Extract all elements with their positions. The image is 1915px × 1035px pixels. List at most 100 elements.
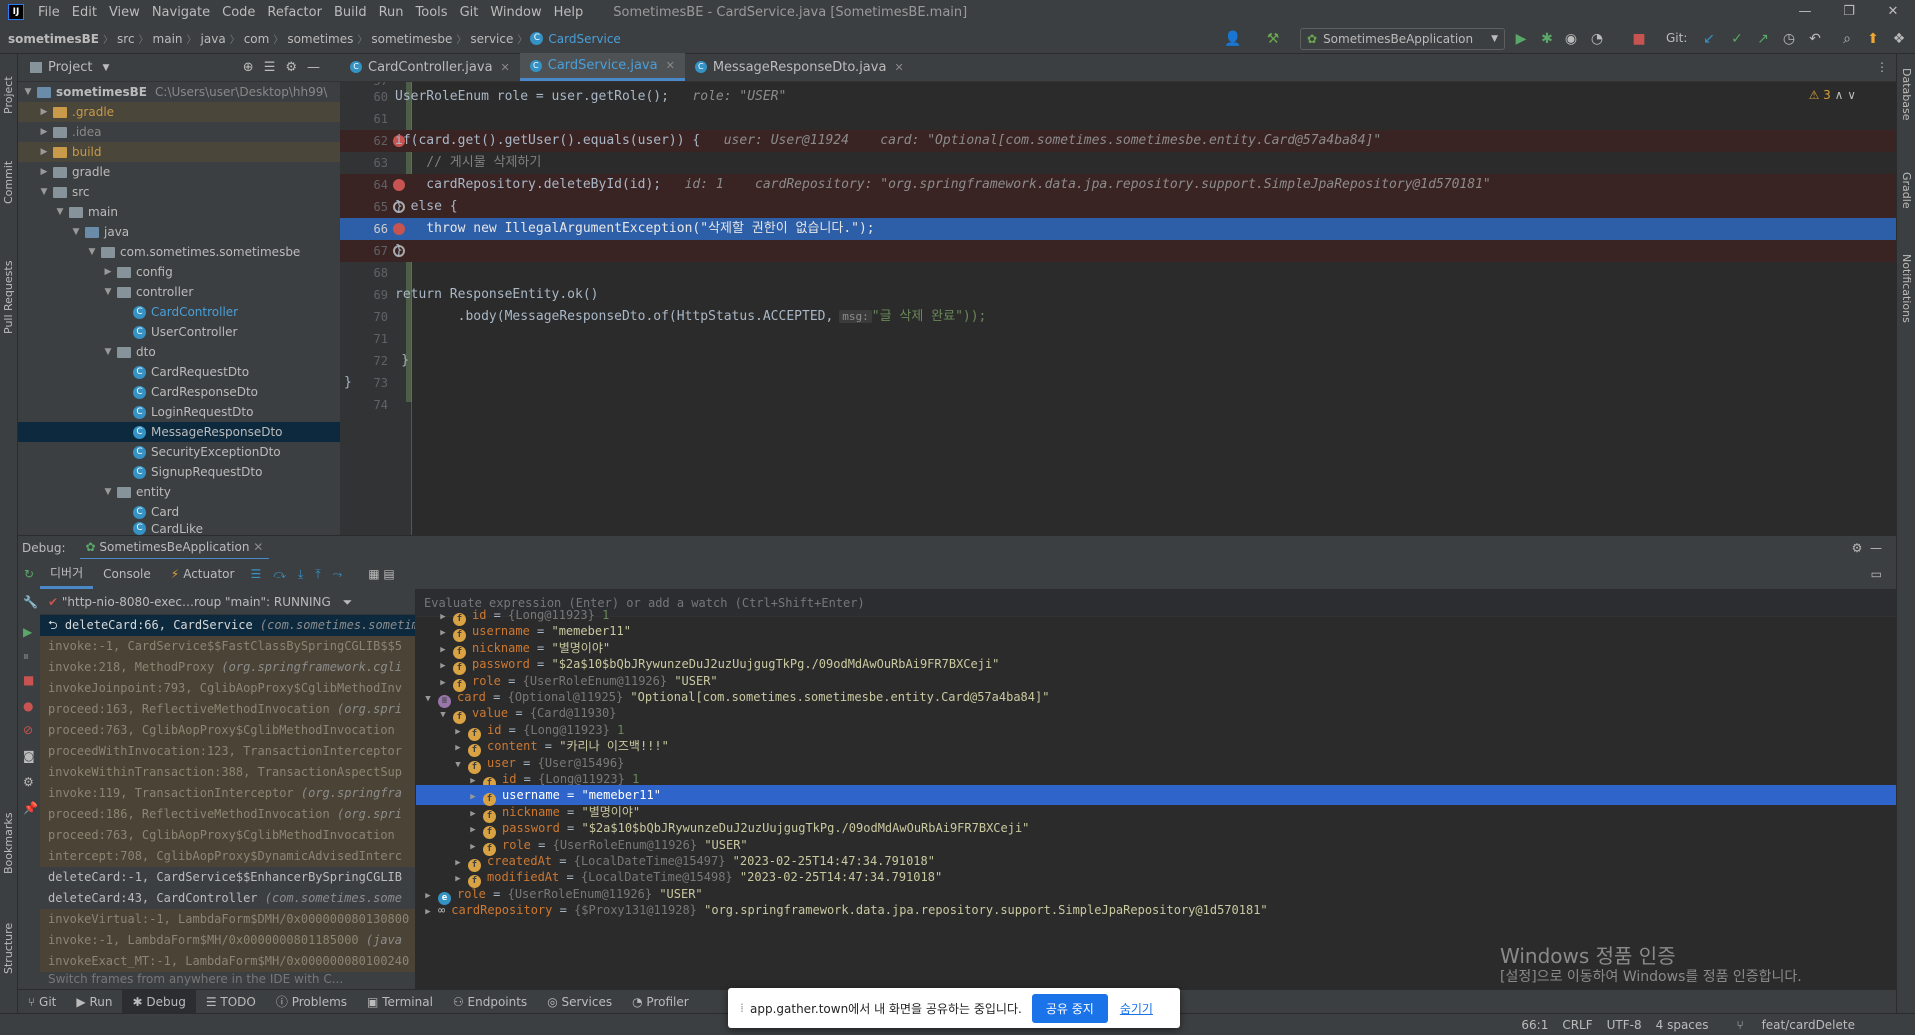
tab-cardservice[interactable]: C CardService.java ✕ [519, 53, 685, 81]
chevron-right-icon[interactable]: ▶ [422, 902, 434, 922]
history-icon[interactable]: ◷ [1780, 30, 1798, 48]
stack-frame[interactable]: ⮌ deleteCard:66, CardService (com.someti… [40, 615, 415, 636]
step-controls[interactable]: ☰⤼⤓⤒⤳ [250, 567, 354, 582]
breadcrumb-main[interactable]: main [149, 32, 187, 46]
debug-session-tab[interactable]: ✿ SometimesBeApplication ✕ [79, 536, 270, 560]
menu-window[interactable]: Window [484, 5, 547, 20]
tool-tab-todo[interactable]: ☰ TODO [196, 990, 266, 1014]
stack-frame[interactable]: intercept:708, CglibAopProxy$DynamicAdvi… [40, 846, 415, 867]
menu-run[interactable]: Run [373, 5, 410, 20]
breadcrumb-project[interactable]: sometimesBE [0, 32, 103, 46]
tree-item[interactable]: ▶ build [18, 142, 340, 162]
stack-frame[interactable]: invoke:-1, CardService$$FastClassBySprin… [40, 636, 415, 657]
tree-item[interactable]: C CardRequestDto [18, 362, 340, 382]
chevron-down-icon[interactable]: ▼ [102, 63, 109, 73]
restore-icon[interactable]: ❐ [1827, 0, 1871, 24]
breadcrumb-com[interactable]: com [240, 32, 274, 46]
tree-item[interactable]: C SecurityExceptionDto [18, 442, 340, 462]
panel-actions[interactable]: ⊕☰⚙— [243, 60, 330, 75]
file-encoding[interactable]: UTF-8 [1607, 1018, 1642, 1032]
tree-item[interactable]: C CardResponseDto [18, 382, 340, 402]
tree-item[interactable]: ▶ .gradle [18, 102, 340, 122]
git-push-icon[interactable]: ↗ [1754, 30, 1772, 48]
tool-tab-run[interactable]: ▶ Run [66, 990, 122, 1014]
frames-table-icon[interactable]: ▦ ▤ [368, 567, 395, 581]
stack-frame[interactable]: proceed:163, ReflectiveMethodInvocation … [40, 699, 415, 720]
tree-item[interactable]: ▶ gradle [18, 162, 340, 182]
tool-tab-terminal[interactable]: ▣ Terminal [357, 990, 443, 1014]
menu-navigate[interactable]: Navigate [146, 5, 216, 20]
breadcrumb-service[interactable]: service [466, 32, 517, 46]
tab-console[interactable]: Console [93, 559, 161, 589]
settings-icon[interactable]: ⚙ [23, 775, 34, 789]
tab-cardcontroller[interactable]: C CardController.java ✕ [340, 53, 520, 81]
breadcrumb-sometimes[interactable]: sometimes [283, 32, 357, 46]
tree-item[interactable]: ▼ src [18, 182, 340, 202]
tree-item[interactable]: ▼ java [18, 222, 340, 242]
tree-item[interactable]: C Card [18, 502, 340, 522]
menu-refactor[interactable]: Refactor [261, 5, 328, 20]
layout-icon[interactable]: ▭ [1871, 567, 1882, 581]
view-breakpoints-icon[interactable]: ● [23, 699, 33, 713]
stack-frame[interactable]: deleteCard:43, CardController (com.somet… [40, 888, 415, 909]
tool-commit[interactable]: Commit [2, 161, 15, 204]
tree-item[interactable]: C SignupRequestDto [18, 462, 340, 482]
stack-frame[interactable]: invoke:-1, LambdaForm$MH/0x0000000801185… [40, 930, 415, 951]
breadcrumb-src[interactable]: src [113, 32, 139, 46]
tool-bookmarks[interactable]: Bookmarks [2, 813, 15, 874]
thread-selector[interactable]: ✔ "http-nio-8080-exec…roup "main": RUNNI… [40, 589, 415, 615]
menu-build[interactable]: Build [328, 5, 373, 20]
git-update-icon[interactable]: ↙ [1700, 30, 1718, 48]
git-commit-icon[interactable]: ✓ [1728, 30, 1746, 48]
tool-structure[interactable]: Structure [2, 923, 15, 974]
profile-icon[interactable]: ◔ [1588, 30, 1606, 48]
tree-item[interactable]: ▼ entity [18, 482, 340, 502]
search-icon[interactable]: ⌕ [1838, 30, 1856, 48]
tree-item[interactable]: ▼ dto [18, 342, 340, 362]
project-panel-title[interactable]: Project [48, 60, 92, 75]
menu-code[interactable]: Code [216, 5, 261, 20]
indent-setting[interactable]: 4 spaces [1656, 1018, 1709, 1032]
tree-item[interactable]: ▶ config [18, 262, 340, 282]
tool-database[interactable]: Database [1900, 68, 1913, 121]
stack-frame[interactable]: invoke:218, MethodProxy (org.springframe… [40, 657, 415, 678]
build-hammer-icon[interactable]: ⚒ [1264, 30, 1282, 48]
code-editor[interactable]: ⚠ 3 ∧ ∨ 5760UserRoleEnum role = user.get… [340, 82, 1896, 535]
variable-row[interactable]: ▶ ∞ cardRepository = {$Proxy131@11928} "or… [416, 900, 1896, 920]
more-tabs-icon[interactable]: ⋮ [1876, 53, 1888, 81]
line-separator[interactable]: CRLF [1562, 1018, 1592, 1032]
update-icon[interactable]: ⬆ [1864, 30, 1882, 48]
stop-icon[interactable]: ■ [1630, 30, 1648, 48]
menu-tools[interactable]: Tools [410, 5, 454, 20]
tool-notifications[interactable]: Notifications [1900, 254, 1913, 323]
tree-item[interactable]: C CardLike [18, 522, 340, 535]
stack-frame[interactable]: proceed:186, ReflectiveMethodInvocation … [40, 804, 415, 825]
tool-tab-git[interactable]: ⑂ Git [18, 990, 66, 1014]
tool-project[interactable]: Project [2, 76, 15, 114]
tab-debugger[interactable]: 디버거 [40, 559, 94, 589]
breadcrumb-java[interactable]: java [197, 32, 230, 46]
menu-file[interactable]: File [32, 5, 66, 20]
close-icon[interactable]: ✕ [1871, 0, 1915, 24]
tree-item[interactable]: ▼ main [18, 202, 340, 222]
stack-frame[interactable]: deleteCard:-1, CardService$$EnhancerBySp… [40, 867, 415, 888]
stop-icon[interactable]: ■ [23, 673, 34, 687]
tab-messageresponsedto[interactable]: C MessageResponseDto.java ✕ [685, 53, 914, 81]
mute-breakpoints-icon[interactable]: ⊘ [23, 723, 33, 737]
camera-icon[interactable]: ◙ [23, 749, 35, 763]
stack-frame[interactable]: invokeWithinTransaction:388, Transaction… [40, 762, 415, 783]
tree-item[interactable]: ▼ com.sometimes.sometimesbe [18, 242, 340, 262]
tree-root[interactable]: ▼ sometimesBE C:\Users\user\Desktop\hh99\ [18, 82, 340, 102]
run-configuration-select[interactable]: ✿ SometimesBeApplication ▼ [1300, 28, 1505, 50]
stack-frame[interactable]: proceed:763, CglibAopProxy$CglibMethodIn… [40, 825, 415, 846]
tree-item[interactable]: C LoginRequestDto [18, 402, 340, 422]
stack-frame[interactable]: invoke:119, TransactionInterceptor (org.… [40, 783, 415, 804]
tool-gradle[interactable]: Gradle [1900, 172, 1913, 209]
tool-tab-profiler[interactable]: ◔ Profiler [622, 990, 699, 1014]
menu-edit[interactable]: Edit [66, 5, 103, 20]
debug-icon[interactable]: ✱ [1538, 30, 1556, 48]
tree-item[interactable]: ▼ controller [18, 282, 340, 302]
menu-help[interactable]: Help [548, 5, 590, 20]
resume-icon[interactable]: ▶ [23, 625, 32, 639]
tree-item[interactable]: C UserController [18, 322, 340, 342]
